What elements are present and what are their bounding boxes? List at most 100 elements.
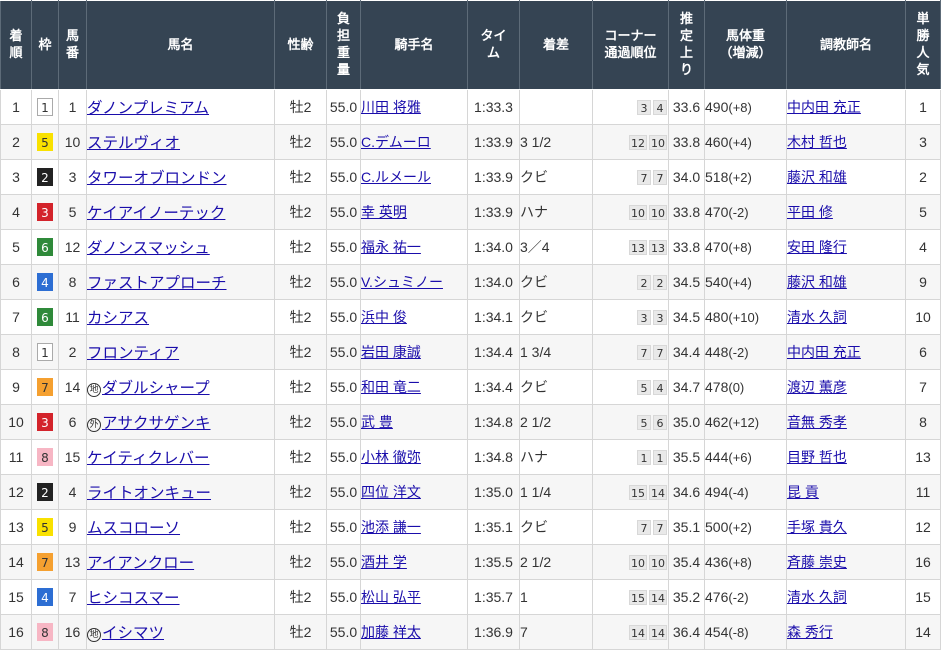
trainer-cell: 目野 哲也 (786, 439, 906, 475)
trainer-link[interactable]: 藤沢 和雄 (788, 169, 847, 185)
trainer-link[interactable]: 中内田 充正 (788, 99, 861, 115)
trainer-link[interactable]: 中内田 充正 (788, 344, 861, 360)
horse-name-link[interactable]: ダブルシャープ (102, 380, 210, 397)
rank-cell: 12 (0, 474, 32, 510)
sex-age-value: 牡2 (289, 204, 312, 220)
jockey-link[interactable]: 加藤 祥太 (362, 624, 421, 640)
body-weight-diff: (+4) (728, 135, 752, 150)
carried-weight: 55.0 (329, 344, 358, 360)
trainer-link[interactable]: 渡辺 薫彦 (788, 379, 847, 395)
horse-name-link[interactable]: ムスコローソ (88, 520, 181, 537)
corner-position: 14 (629, 625, 647, 640)
horse-name-link[interactable]: ダノンスマッシュ (88, 240, 210, 257)
weight-cell: 55.0 (326, 194, 361, 230)
trainer-link[interactable]: 安田 隆行 (788, 239, 847, 255)
body-weight-cell: 480(+10) (704, 299, 787, 335)
horse-name-cell: ムスコローソ (86, 509, 275, 545)
horse-name-link[interactable]: フロンティア (88, 345, 180, 362)
horse-name-link[interactable]: ライトオンキュー (88, 485, 212, 502)
last3f-cell: 34.5 (668, 264, 705, 300)
jockey-link[interactable]: 武 豊 (362, 414, 393, 430)
corner-pass-cell: 11 (592, 439, 669, 475)
header-col-waku: 枠 (31, 0, 59, 90)
last3f-value: 35.2 (672, 589, 701, 605)
horse-name-link[interactable]: タワーオブロンドン (88, 170, 227, 187)
margin-cell: ハナ (519, 194, 593, 230)
trainer-link[interactable]: 清水 久詞 (788, 309, 847, 325)
margin-cell: クビ (519, 369, 593, 405)
finish-time: 1:34.0 (474, 239, 513, 255)
finish-time: 1:35.0 (474, 484, 513, 500)
popularity-value: 7 (919, 379, 927, 395)
body-weight-value: 500 (705, 519, 729, 535)
weight-cell: 55.0 (326, 89, 361, 125)
header-col-corner-pass: コーナー 通過順位 (592, 0, 669, 90)
rank-cell: 5 (0, 229, 32, 265)
jockey-link[interactable]: 小林 徹弥 (362, 449, 421, 465)
jockey-cell: 小林 徹弥 (360, 439, 468, 475)
trainer-link[interactable]: 目野 哲也 (788, 449, 847, 465)
jockey-link[interactable]: 松山 弘平 (362, 589, 421, 605)
jockey-link[interactable]: 幸 英明 (362, 204, 407, 220)
trainer-link[interactable]: 手塚 貴久 (788, 519, 847, 535)
trainer-link[interactable]: 斉藤 崇史 (788, 554, 847, 570)
finish-time: 1:35.7 (474, 589, 513, 605)
carried-weight: 55.0 (329, 134, 358, 150)
jockey-cell: 松山 弘平 (360, 579, 468, 615)
body-weight-value: 480 (705, 309, 729, 325)
margin-cell: 1 1/4 (519, 474, 593, 510)
jockey-link[interactable]: 川田 将雅 (362, 99, 421, 115)
weight-cell: 55.0 (326, 334, 361, 370)
trainer-link[interactable]: 木村 哲也 (788, 134, 847, 150)
horse-name-cell: ケイティクレバー (86, 439, 275, 475)
horse-name-link[interactable]: ケイティクレバー (88, 450, 210, 467)
trainer-link[interactable]: 音無 秀孝 (788, 414, 847, 430)
jockey-link[interactable]: 浜中 俊 (362, 309, 407, 325)
horse-name-link[interactable]: ステルヴィオ (88, 135, 181, 152)
sex-age-value: 牡2 (289, 554, 312, 570)
popularity-value: 12 (915, 519, 931, 535)
jockey-link[interactable]: 池添 謙一 (362, 519, 421, 535)
carried-weight: 55.0 (329, 449, 358, 465)
margin-cell: クビ (519, 509, 593, 545)
horse-name-link[interactable]: ケイアイノーテック (88, 205, 226, 222)
body-weight-diff: (-2) (728, 590, 749, 605)
horse-name-cell: 地ダブルシャープ (86, 369, 275, 405)
jockey-link[interactable]: 和田 竜二 (362, 379, 421, 395)
horse-number: 2 (68, 344, 77, 360)
trainer-link[interactable]: 清水 久詞 (788, 589, 847, 605)
weight-cell: 55.0 (326, 474, 361, 510)
trainer-link[interactable]: 平田 修 (788, 204, 833, 220)
horse-name-link[interactable]: ヒシコスマー (88, 590, 180, 607)
body-weight-cell: 478(0) (704, 369, 787, 405)
number-cell: 14 (58, 369, 87, 405)
trainer-link[interactable]: 森 秀行 (788, 624, 833, 640)
jockey-link[interactable]: 岩田 康誠 (362, 344, 421, 360)
corner-position: 10 (649, 135, 667, 150)
trainer-link[interactable]: 昆 貢 (788, 484, 819, 500)
horse-name-link[interactable]: アイアンクロー (88, 555, 195, 572)
time-cell: 1:33.9 (467, 124, 520, 160)
horse-name-link[interactable]: イシマツ (102, 625, 164, 642)
body-weight-value: 478 (705, 379, 729, 395)
margin-value: クビ (520, 519, 549, 535)
corner-pass-cell: 77 (592, 159, 669, 195)
jockey-link[interactable]: 酒井 学 (362, 554, 407, 570)
jockey-link[interactable]: 四位 洋文 (362, 484, 421, 500)
jockey-link[interactable]: V.シュミノー (362, 274, 443, 290)
table-row: 14 7 13 アイアンクロー 牡2 55.0 酒井 学 1:35.5 2 1/2 10 10 35.… (0, 544, 941, 580)
corner-pass-cell: 14 14 (592, 614, 669, 650)
horse-name-link[interactable]: ダノンプレミアム (88, 100, 210, 117)
jockey-link[interactable]: 福永 祐一 (362, 239, 421, 255)
popularity-cell: 2 (905, 159, 941, 195)
body-weight-cell: 448(-2) (704, 334, 787, 370)
margin-cell: 2 1/2 (519, 404, 593, 440)
sex-age-cell: 牡2 (274, 579, 327, 615)
horse-name-link[interactable]: カシアス (88, 310, 150, 327)
jockey-link[interactable]: C.デムーロ (362, 134, 431, 150)
horse-number: 15 (64, 449, 81, 465)
horse-name-link[interactable]: アサクサゲンキ (102, 415, 211, 432)
horse-name-link[interactable]: ファストアプローチ (88, 275, 227, 292)
jockey-link[interactable]: C.ルメール (362, 169, 432, 185)
trainer-link[interactable]: 藤沢 和雄 (788, 274, 847, 290)
